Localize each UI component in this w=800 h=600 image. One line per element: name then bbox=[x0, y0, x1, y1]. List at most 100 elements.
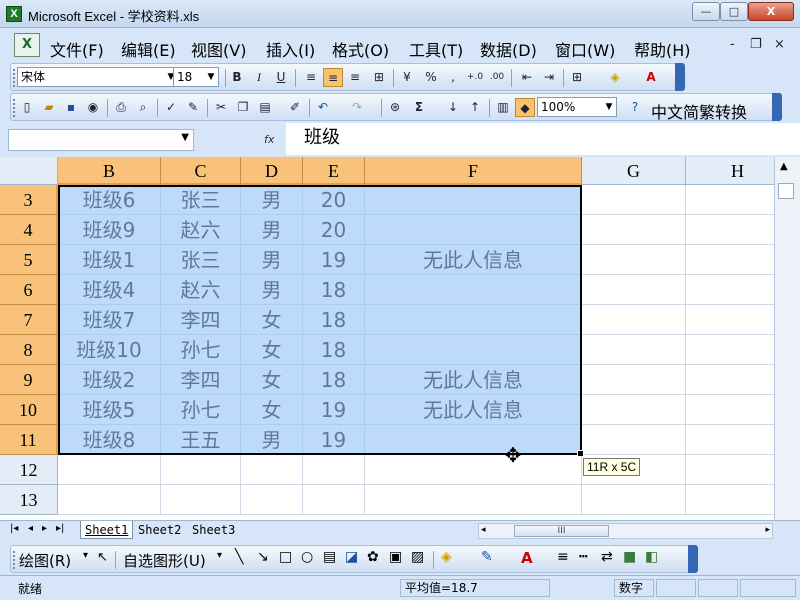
cell-g4[interactable] bbox=[582, 215, 686, 245]
cell-b9[interactable]: 班级2 bbox=[58, 365, 161, 395]
cell-b11[interactable]: 班级8 bbox=[58, 425, 161, 455]
cell-f10[interactable]: 无此人信息 bbox=[365, 395, 582, 425]
cell-g7[interactable] bbox=[582, 305, 686, 335]
new-icon[interactable]: ▯ bbox=[17, 98, 37, 117]
undo-icon[interactable]: ↶ bbox=[313, 98, 333, 117]
select-all-corner[interactable] bbox=[0, 157, 58, 185]
cell-c12[interactable] bbox=[161, 455, 241, 485]
menu-edit[interactable]: 编辑(E) bbox=[121, 37, 176, 61]
cell-h9[interactable] bbox=[686, 365, 774, 395]
menu-file[interactable]: 文件(F) bbox=[50, 37, 104, 61]
italic-button[interactable]: I bbox=[249, 68, 269, 87]
increase-indent-icon[interactable]: ⇥ bbox=[539, 68, 559, 87]
percent-button[interactable]: % bbox=[421, 68, 441, 87]
cell-f5[interactable]: 无此人信息 bbox=[365, 245, 582, 275]
cell-f13[interactable] bbox=[365, 485, 582, 515]
permission-icon[interactable]: ◉ bbox=[83, 98, 103, 117]
diagram-icon[interactable]: ✿ bbox=[367, 549, 379, 565]
workbook-icon[interactable]: X bbox=[14, 33, 40, 57]
cell-g9[interactable] bbox=[582, 365, 686, 395]
decrease-indent-icon[interactable]: ⇤ bbox=[517, 68, 537, 87]
cell-g13[interactable] bbox=[582, 485, 686, 515]
column-header-d[interactable]: D bbox=[241, 157, 303, 185]
3d-style-icon[interactable]: ◧ bbox=[645, 549, 658, 565]
bold-button[interactable]: B bbox=[227, 68, 247, 87]
cell-e7[interactable]: 18 bbox=[303, 305, 365, 335]
cell-h3[interactable] bbox=[686, 185, 774, 215]
scroll-up-icon[interactable]: ▲ bbox=[780, 161, 788, 172]
redo-icon[interactable]: ↷ bbox=[347, 98, 367, 117]
print-preview-icon[interactable]: ⌕ bbox=[133, 98, 153, 117]
increase-decimal-button[interactable]: +.0 bbox=[465, 68, 485, 87]
cell-b3[interactable]: 班级6 bbox=[58, 185, 161, 215]
cell-d7[interactable]: 女 bbox=[241, 305, 303, 335]
cell-d4[interactable]: 男 bbox=[241, 215, 303, 245]
doc-minimize-button[interactable]: - bbox=[730, 37, 735, 52]
toolbar-grip[interactable] bbox=[13, 551, 16, 569]
row-header-5[interactable]: 5 bbox=[0, 245, 58, 275]
cell-e12[interactable] bbox=[303, 455, 365, 485]
minimize-button[interactable]: — bbox=[692, 2, 720, 21]
first-sheet-icon[interactable]: |◂ bbox=[10, 523, 18, 534]
sort-descending-icon[interactable]: ↑ bbox=[465, 98, 485, 117]
cell-h10[interactable] bbox=[686, 395, 774, 425]
cell-f12[interactable] bbox=[365, 455, 582, 485]
cell-h4[interactable] bbox=[686, 215, 774, 245]
cell-g11[interactable] bbox=[582, 425, 686, 455]
menu-data[interactable]: 数据(D) bbox=[480, 37, 537, 61]
sheet-tab-sheet1[interactable]: Sheet1 bbox=[80, 521, 134, 539]
cell-e9[interactable]: 18 bbox=[303, 365, 365, 395]
chevron-down-icon[interactable]: ▼ bbox=[602, 98, 616, 116]
borders-icon[interactable]: ⊞ bbox=[567, 68, 587, 87]
column-header-f[interactable]: F bbox=[365, 157, 582, 185]
excel-app-icon[interactable]: X bbox=[6, 6, 22, 22]
insert-function-button[interactable]: fx bbox=[264, 133, 274, 146]
draw-menu-button[interactable]: 绘图(R) bbox=[19, 550, 71, 571]
cell-e11[interactable]: 19 bbox=[303, 425, 365, 455]
cell-c10[interactable]: 孙七 bbox=[161, 395, 241, 425]
cell-g3[interactable] bbox=[582, 185, 686, 215]
cell-h11[interactable] bbox=[686, 425, 774, 455]
underline-button[interactable]: U bbox=[271, 68, 291, 87]
cell-f6[interactable] bbox=[365, 275, 582, 305]
name-box[interactable]: ▼ bbox=[8, 129, 194, 151]
cell-b8[interactable]: 班级10 bbox=[58, 335, 161, 365]
worksheet-grid[interactable]: B C D E F G H 3 班级6 张三男 20 4 班级9 赵六男 20 5 班级1 张三男 1… bbox=[0, 157, 774, 520]
row-header-7[interactable]: 7 bbox=[0, 305, 58, 335]
row-header-8[interactable]: 8 bbox=[0, 335, 58, 365]
cut-icon[interactable]: ✂ bbox=[211, 98, 231, 117]
chevron-down-icon[interactable]: ▼ bbox=[204, 68, 218, 86]
cell-e13[interactable] bbox=[303, 485, 365, 515]
cell-d5[interactable]: 男 bbox=[241, 245, 303, 275]
wordart-icon[interactable]: ◪ bbox=[345, 549, 358, 565]
cell-h6[interactable] bbox=[686, 275, 774, 305]
toolbar-options-icon[interactable] bbox=[772, 93, 782, 121]
row-header-12[interactable]: 12 bbox=[0, 455, 58, 485]
cell-d13[interactable] bbox=[241, 485, 303, 515]
currency-icon[interactable]: ¥ bbox=[397, 68, 417, 87]
toolbar-options-icon[interactable] bbox=[675, 63, 685, 91]
cell-d3[interactable]: 男 bbox=[241, 185, 303, 215]
row-header-9[interactable]: 9 bbox=[0, 365, 58, 395]
doc-restore-button[interactable]: ❐ bbox=[750, 37, 762, 52]
cell-f9[interactable]: 无此人信息 bbox=[365, 365, 582, 395]
cell-g10[interactable] bbox=[582, 395, 686, 425]
zoom-select[interactable]: 100% ▼ bbox=[537, 97, 617, 117]
cell-c8[interactable]: 孙七 bbox=[161, 335, 241, 365]
line-icon[interactable]: ╲ bbox=[235, 549, 243, 565]
cell-d8[interactable]: 女 bbox=[241, 335, 303, 365]
column-header-b[interactable]: B bbox=[58, 157, 161, 185]
cell-c3[interactable]: 张三 bbox=[161, 185, 241, 215]
font-name-select[interactable]: 宋体 ▼ bbox=[17, 67, 179, 87]
next-sheet-icon[interactable]: ▸ bbox=[42, 523, 47, 534]
scroll-left-icon[interactable]: ◂ bbox=[481, 525, 486, 535]
format-painter-icon[interactable]: ✐ bbox=[285, 98, 305, 117]
cell-c7[interactable]: 李四 bbox=[161, 305, 241, 335]
horizontal-scrollbar[interactable]: ◂ III ▸ bbox=[478, 523, 773, 539]
toolbar-options-icon[interactable] bbox=[688, 545, 698, 573]
chart-wizard-icon[interactable]: ▥ bbox=[493, 98, 513, 117]
line-color-icon[interactable]: ✎ bbox=[481, 549, 493, 565]
close-button[interactable]: X bbox=[748, 2, 794, 21]
autosum-button[interactable]: Σ bbox=[409, 98, 429, 117]
cell-f8[interactable] bbox=[365, 335, 582, 365]
